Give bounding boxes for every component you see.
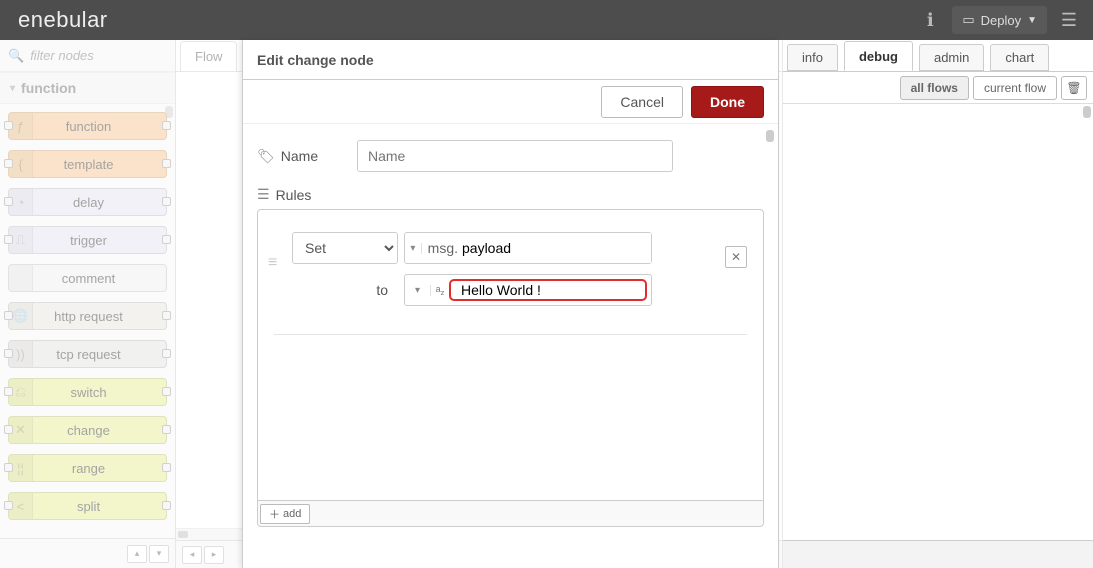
sidebar-tabs: info debug admin chart: [783, 40, 1093, 72]
msg-prefix: msg.: [422, 240, 462, 256]
debug-toolbar: all flows current flow 🗑: [783, 72, 1093, 104]
debug-message-panel: [783, 104, 1093, 540]
add-rule-button[interactable]: ＋ add: [260, 504, 310, 524]
drag-handle-icon[interactable]: ≡: [268, 254, 277, 272]
rules-list: ≡ ✕ Set ▾ msg. to: [258, 210, 763, 500]
app-header: enebular ℹ ▭ Deploy ▼ ☰: [0, 0, 1093, 40]
sidebar-footer: [783, 540, 1093, 568]
type-selector-icon[interactable]: ▾: [405, 243, 422, 254]
deploy-icon: ▭: [962, 12, 974, 28]
scrollbar-thumb[interactable]: [1083, 106, 1091, 118]
menu-icon[interactable]: ☰: [1055, 6, 1083, 34]
debug-clear-button[interactable]: 🗑: [1061, 76, 1087, 100]
button-label: all flows: [911, 81, 958, 95]
tray-body: 🏷 Name ☰ Rules ≡ ✕ Set: [243, 124, 778, 568]
chevron-down-icon: ▼: [1027, 15, 1037, 26]
scrollbar-thumb[interactable]: [766, 130, 774, 142]
tag-icon: 🏷: [257, 148, 275, 165]
rules-container: ≡ ✕ Set ▾ msg. to: [257, 209, 764, 527]
form-row-rules-label: ☰ Rules: [257, 186, 764, 203]
button-label: current flow: [984, 81, 1046, 95]
tab-label: admin: [934, 50, 969, 65]
sidebar: info debug admin chart all flows current…: [783, 40, 1093, 568]
add-label: add: [283, 508, 301, 520]
property-field[interactable]: ▾ msg.: [404, 232, 652, 264]
brand-logo: enebular: [18, 7, 908, 33]
debug-current-flow-button[interactable]: current flow: [973, 76, 1057, 100]
value-input[interactable]: [453, 282, 643, 298]
rules-footer: ＋ add: [258, 500, 763, 526]
done-button[interactable]: Done: [691, 86, 764, 118]
node-name-input[interactable]: [357, 140, 673, 172]
form-row-name: 🏷 Name: [257, 140, 764, 172]
to-label: to: [292, 282, 398, 298]
deploy-label: Deploy: [981, 13, 1021, 28]
plus-icon: ＋: [269, 506, 280, 522]
value-field[interactable]: ▾ az: [404, 274, 652, 306]
trash-icon: 🗑: [1066, 81, 1081, 95]
tab-label: info: [802, 50, 823, 65]
string-type-icon: az: [431, 284, 449, 297]
tab-info[interactable]: info: [787, 44, 838, 71]
rule-item: ≡ ✕ Set ▾ msg. to: [274, 232, 747, 335]
type-selector-icon[interactable]: ▾: [405, 285, 431, 296]
cancel-button[interactable]: Cancel: [601, 86, 683, 118]
tab-label: chart: [1005, 50, 1034, 65]
tab-chart[interactable]: chart: [990, 44, 1049, 71]
debug-all-flows-button[interactable]: all flows: [900, 76, 969, 100]
edit-node-tray: Edit change node Cancel Done 🏷 Name ☰ Ru…: [242, 40, 779, 568]
close-icon: ✕: [731, 250, 741, 264]
info-icon[interactable]: ℹ: [916, 6, 944, 34]
list-icon: ☰: [257, 186, 270, 203]
rule-action-select[interactable]: Set: [292, 232, 398, 264]
name-label: Name: [281, 148, 318, 164]
deploy-button[interactable]: ▭ Deploy ▼: [952, 6, 1047, 34]
rule-row-value: to ▾ az: [274, 274, 747, 306]
remove-rule-button[interactable]: ✕: [725, 246, 747, 268]
tray-actions: Cancel Done: [243, 80, 778, 124]
tab-admin[interactable]: admin: [919, 44, 984, 71]
tab-label: debug: [859, 49, 898, 64]
rule-row-property: Set ▾ msg.: [274, 232, 747, 264]
tray-title: Edit change node: [243, 40, 778, 80]
annotation-highlight: [449, 279, 647, 301]
tab-debug[interactable]: debug: [844, 41, 913, 71]
property-input[interactable]: [462, 233, 651, 263]
rules-label: Rules: [276, 187, 312, 203]
